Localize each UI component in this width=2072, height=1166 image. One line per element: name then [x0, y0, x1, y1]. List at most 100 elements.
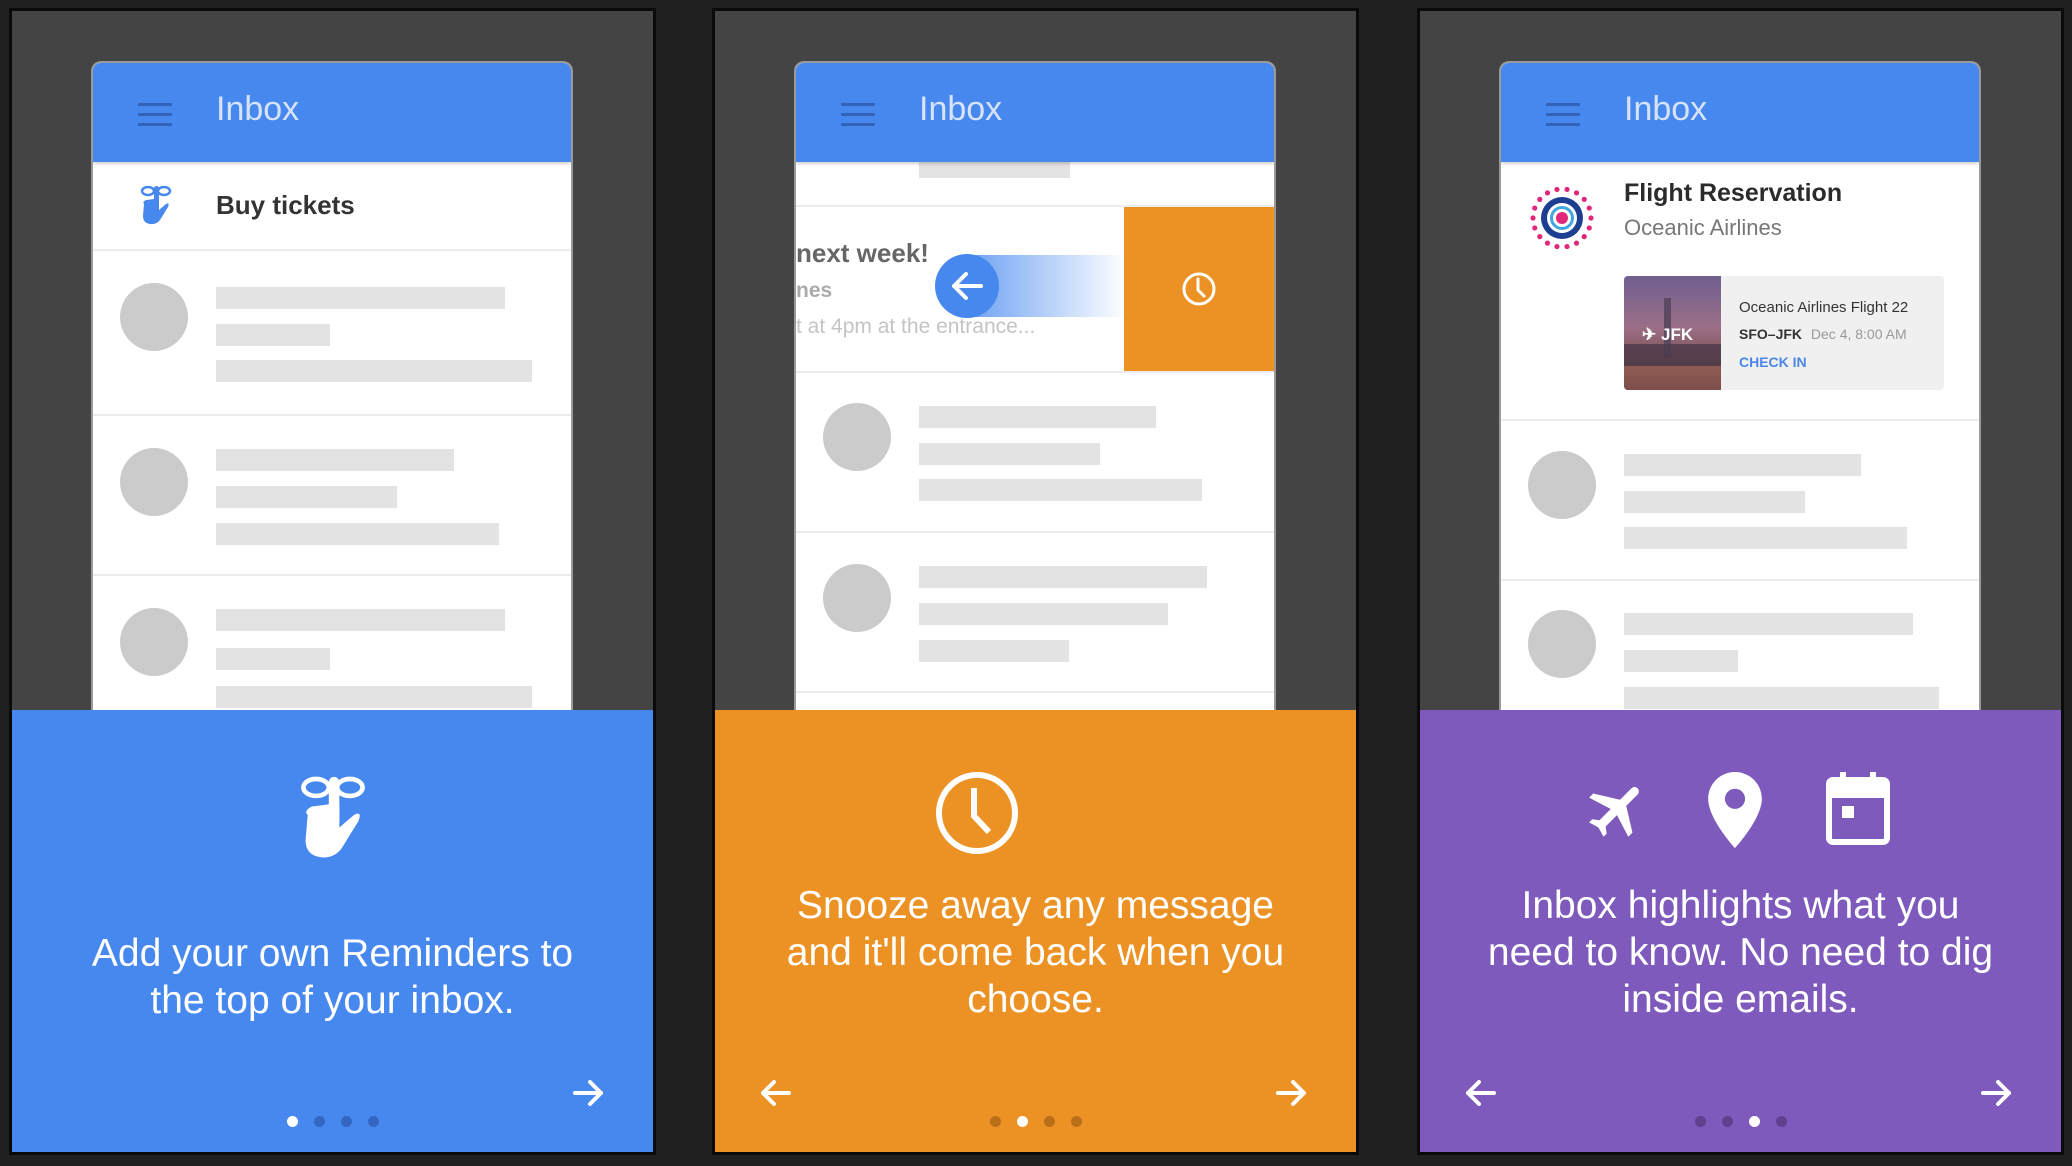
logo-dot	[1586, 225, 1592, 231]
logo-dot	[1544, 240, 1551, 246]
avatar-placeholder	[1528, 451, 1596, 519]
email-row-placeholder	[796, 373, 1274, 533]
skeleton-line	[216, 287, 505, 309]
email-row-placeholder	[796, 533, 1274, 693]
swiped-email-row[interactable]: next week! nes t at 4pm at the entrance.…	[796, 207, 1274, 373]
hamburger-menu-icon	[841, 103, 875, 126]
page-dot-3[interactable]	[340, 1116, 352, 1127]
page-dot-1[interactable]	[1694, 1116, 1706, 1127]
avatar-placeholder	[120, 283, 188, 351]
email-sender: nes	[796, 279, 833, 302]
logo-dot	[1554, 186, 1560, 193]
page-dot-1[interactable]	[989, 1116, 1001, 1127]
avatar-placeholder	[823, 564, 891, 632]
skeleton-line	[1624, 687, 1939, 709]
email-row-placeholder	[1501, 581, 1979, 723]
next-arrow-button[interactable]	[1977, 1075, 2017, 1111]
page-dot-1[interactable]	[286, 1116, 298, 1127]
skeleton-line	[919, 640, 1069, 662]
next-arrow-button[interactable]	[1272, 1075, 1312, 1111]
skeleton-line	[919, 406, 1156, 428]
avatar-placeholder	[120, 608, 188, 676]
avatar-placeholder	[120, 448, 188, 516]
caption-line: choose.	[967, 978, 1104, 1021]
page-dot-2[interactable]	[1721, 1116, 1733, 1127]
page-dot-3[interactable]	[1043, 1116, 1055, 1127]
logo-dot	[1564, 186, 1570, 193]
arrow-back-icon	[952, 272, 983, 300]
skeleton-line	[216, 486, 397, 508]
page-dot-2[interactable]	[313, 1116, 325, 1127]
caption-line: Add your own Reminders to	[91, 932, 574, 975]
page-indicator	[12, 1116, 653, 1127]
swipe-handle[interactable]	[935, 254, 999, 318]
page-indicator	[1420, 1116, 2061, 1127]
page-dot-3[interactable]	[1748, 1116, 1760, 1127]
logo-dot	[1588, 215, 1594, 221]
caption-line: need to know. No need to dig	[1487, 931, 1994, 974]
avatar-placeholder	[1528, 610, 1596, 678]
onboarding-slide-reminders: Inbox Buy tickets Add your own Reminders…	[9, 8, 656, 1155]
flight-route: SFO–JFK	[1739, 326, 1803, 342]
skeleton-line	[919, 479, 1202, 501]
check-in-button[interactable]: CHECK IN	[1739, 354, 1807, 370]
logo-dot	[1581, 196, 1587, 202]
skeleton-line	[216, 449, 454, 471]
flight-sender: Oceanic Airlines	[1624, 215, 1782, 240]
email-row-placeholder	[93, 251, 571, 416]
caption-line: Inbox highlights what you	[1521, 884, 1960, 927]
page-dot-2[interactable]	[1016, 1116, 1028, 1127]
hamburger-menu-icon	[1546, 103, 1580, 126]
page-dot-4[interactable]	[367, 1116, 379, 1127]
flight-reservation-row[interactable]: Flight Reservation Oceanic Airlines ✈ JF…	[1501, 162, 1979, 421]
page-indicator	[715, 1116, 1356, 1127]
app-bar: Inbox	[796, 63, 1274, 162]
location-pin-icon	[1708, 772, 1762, 848]
email-subject: next week!	[796, 238, 929, 268]
snooze-action[interactable]	[1124, 207, 1274, 371]
logo-dot	[1530, 215, 1536, 221]
logo-dot	[1537, 234, 1543, 240]
logo-dot	[1532, 205, 1538, 211]
app-bar: Inbox	[93, 63, 571, 162]
feature-caption: Add your own Reminders to the top of you…	[32, 930, 633, 1024]
skeleton-line	[216, 609, 505, 631]
previous-arrow-button[interactable]	[755, 1075, 795, 1111]
logo-dot	[1586, 205, 1592, 211]
reminder-finger-icon	[301, 776, 365, 858]
reminder-title: Buy tickets	[216, 190, 355, 220]
onboarding-slide-highlights: Inbox Flight Reservation Oceanic Airline…	[1417, 8, 2064, 1155]
skeleton-line	[216, 360, 532, 382]
caption-line: Snooze away any message	[797, 884, 1274, 927]
logo-dot	[1537, 196, 1543, 202]
skeleton-line	[1624, 613, 1913, 635]
page-dot-4[interactable]	[1775, 1116, 1787, 1127]
caption-line: inside emails.	[1622, 978, 1859, 1021]
page-dot-4[interactable]	[1070, 1116, 1082, 1127]
calendar-icon	[1826, 772, 1890, 845]
logo-dot	[1544, 190, 1551, 196]
email-row-placeholder	[93, 416, 571, 576]
destination-thumbnail: ✈ JFK	[1624, 276, 1721, 390]
reminder-finger-icon	[140, 185, 172, 225]
caption-line: the top of your inbox.	[150, 979, 515, 1022]
skeleton-line	[1624, 491, 1805, 513]
previous-arrow-button[interactable]	[1460, 1075, 1500, 1111]
airplane-icon	[1589, 787, 1639, 837]
skeleton-line	[919, 162, 1070, 178]
email-row-placeholder	[1501, 421, 1979, 581]
flight-details: SFO–JFK Dec 4, 8:00 AM	[1739, 326, 1907, 342]
logo-dot	[1581, 234, 1587, 240]
onboarding-slide-snooze: Inbox next week! nes t at 4pm at the ent…	[712, 8, 1359, 1155]
flight-card[interactable]: ✈ JFK Oceanic Airlines Flight 22 SFO–JFK…	[1624, 276, 1944, 390]
email-row-partial	[796, 162, 1274, 207]
logo-dot	[1532, 225, 1538, 231]
reminder-row: Buy tickets	[93, 162, 571, 251]
feature-caption: Inbox highlights what you need to know. …	[1440, 882, 2041, 1023]
skeleton-line	[216, 324, 330, 346]
feature-panel: Add your own Reminders to the top of you…	[12, 710, 653, 1152]
next-arrow-button[interactable]	[569, 1075, 609, 1111]
phone-mockup: Inbox Flight Reservation Oceanic Airline…	[1501, 63, 1979, 723]
feature-panel: Inbox highlights what you need to know. …	[1420, 710, 2061, 1152]
app-bar: Inbox	[1501, 63, 1979, 162]
